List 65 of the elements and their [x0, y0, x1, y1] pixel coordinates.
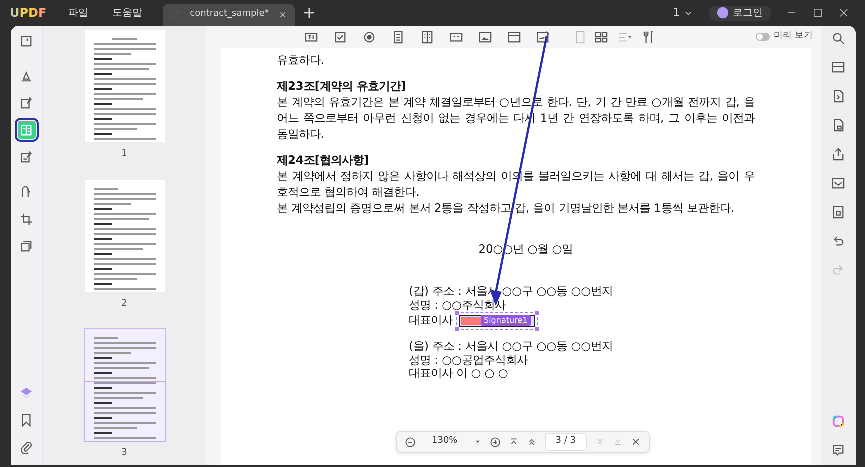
- page-number: 3: [120, 447, 128, 460]
- page-number: 2: [120, 298, 128, 310]
- paragraph: 유효하다.: [277, 52, 326, 68]
- preview-toggle[interactable]: [756, 33, 770, 41]
- radio-button-icon[interactable]: [362, 30, 376, 44]
- save-file-icon[interactable]: [832, 206, 845, 219]
- list-box-icon[interactable]: [420, 30, 434, 44]
- attachment-icon[interactable]: [20, 440, 33, 454]
- panel-icon[interactable]: [20, 34, 33, 48]
- signature-field-icon[interactable]: [536, 30, 550, 44]
- page-thumbnail[interactable]: [84, 180, 164, 292]
- new-tab-button[interactable]: +: [294, 1, 324, 25]
- edit-page-icon[interactable]: [20, 96, 33, 110]
- close-icon[interactable]: [278, 11, 287, 19]
- menu-item[interactable]: 도움말: [100, 6, 155, 20]
- crop-icon[interactable]: [20, 212, 33, 226]
- date-field-icon[interactable]: [508, 30, 521, 44]
- paragraph: 본 계약성립의 증명으로써 본서 2통을 작성하고 갑, 을이 기명날인한 본서를 1통씩 보관한다.: [277, 200, 736, 216]
- sign-page-icon[interactable]: [20, 150, 33, 164]
- convert-file-icon[interactable]: [832, 90, 845, 103]
- caret-icon[interactable]: [474, 438, 482, 446]
- document-tab[interactable]: contract_sample*: [162, 4, 295, 26]
- login-button[interactable]: 로그인: [709, 6, 771, 20]
- signature-field[interactable]: Signature1: [456, 312, 538, 330]
- previous-page-icon[interactable]: [526, 437, 537, 447]
- grid-icon[interactable]: [594, 30, 608, 44]
- bookmark-icon[interactable]: [20, 414, 33, 426]
- page-curl-icon[interactable]: [20, 186, 33, 198]
- avatar-icon: [717, 7, 729, 19]
- comment-icon[interactable]: [832, 444, 845, 457]
- zoom-out-icon[interactable]: [405, 436, 416, 448]
- highlighter-icon[interactable]: [20, 70, 33, 82]
- menu-item[interactable]: 파일: [56, 6, 101, 20]
- share-icon[interactable]: [832, 148, 845, 161]
- party-line: 성명 : ○○주식회사: [409, 298, 506, 312]
- checkbox-icon[interactable]: [334, 30, 347, 44]
- lock-file-icon[interactable]: [832, 119, 845, 132]
- window-count: 1: [673, 4, 680, 21]
- page-thumbnail[interactable]: [84, 30, 164, 142]
- section-heading: 제23조[계약의 유효기간]: [277, 78, 408, 94]
- section-heading: 제24조[협의사항]: [277, 152, 370, 168]
- undo-icon[interactable]: [832, 235, 845, 248]
- close-icon[interactable]: [630, 437, 641, 447]
- party-line: 대표이사 이 ○ ○ ○: [409, 367, 508, 380]
- scanner-icon[interactable]: [832, 61, 845, 74]
- maximize-icon[interactable]: [813, 8, 823, 18]
- dropdown-icon[interactable]: [392, 30, 405, 44]
- party-line: 대표이사: [409, 314, 453, 328]
- close-icon[interactable]: [839, 8, 849, 18]
- mail-icon[interactable]: [832, 177, 845, 190]
- zoom-in-icon[interactable]: [490, 436, 501, 448]
- party-line: 성명 : ○○공업주식회사: [409, 354, 528, 367]
- first-page-icon[interactable]: [508, 437, 519, 447]
- page-number: 1: [120, 148, 128, 161]
- copy-pages-icon[interactable]: [20, 240, 33, 252]
- party-line: (을) 주소 : 서울시 ○○구 ○○동 ○○번지: [409, 340, 614, 354]
- button-field-icon[interactable]: [450, 30, 463, 44]
- zoom-level[interactable]: 130%: [424, 435, 466, 449]
- image-field-icon[interactable]: [478, 30, 492, 44]
- text-field-icon[interactable]: [304, 30, 318, 44]
- field-name-tag: Signature1: [481, 315, 531, 326]
- page-input[interactable]: 3 / 3: [544, 433, 587, 451]
- page-thumbnail[interactable]: [84, 329, 164, 441]
- search-icon[interactable]: [832, 32, 845, 45]
- preview-label: 미리 보기: [774, 30, 813, 44]
